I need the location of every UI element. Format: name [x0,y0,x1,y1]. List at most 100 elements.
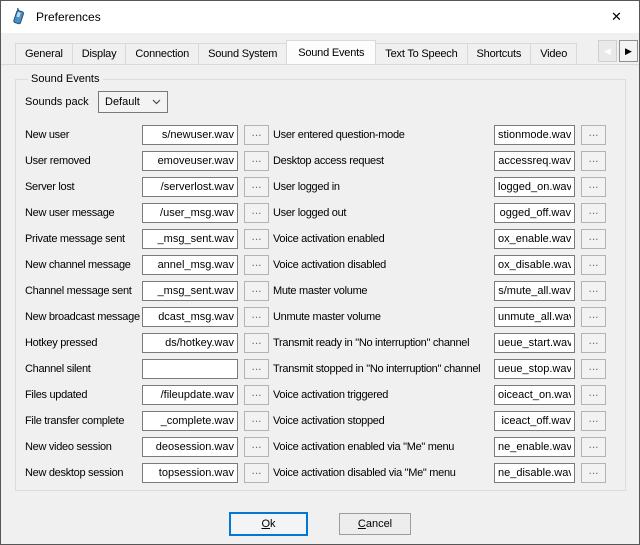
sound-events-groupbox: Sound Events Sounds pack Default New use… [15,73,626,491]
browse-button[interactable]: ... [581,125,606,145]
close-button[interactable]: ✕ [594,1,639,33]
sound-file-input[interactable] [494,359,575,379]
sound-event-label: User entered question-mode [273,129,494,141]
ok-button[interactable]: Ok [229,512,308,536]
ellipsis-icon: ... [588,333,598,347]
ellipsis-icon: ... [588,203,598,217]
sound-event-row: Voice activation enabled ... [273,226,625,252]
sound-event-row: Desktop access request ... [273,148,625,174]
sound-event-row: User removed ... [25,148,273,174]
sound-file-input[interactable] [142,333,238,353]
arrow-left-icon: ◀ [604,46,611,57]
sound-file-input[interactable] [494,229,575,249]
browse-button[interactable]: ... [581,281,606,301]
browse-button[interactable]: ... [244,359,269,379]
sound-event-label: User logged in [273,181,494,193]
tab-shortcuts[interactable]: Shortcuts [467,43,532,64]
sound-file-input[interactable] [142,255,238,275]
cancel-button[interactable]: Cancel [339,513,411,535]
browse-button[interactable]: ... [244,437,269,457]
sound-file-input[interactable] [494,203,575,223]
sound-file-input[interactable] [494,177,575,197]
browse-button[interactable]: ... [244,255,269,275]
ellipsis-icon: ... [588,177,598,191]
sound-event-label: Channel silent [25,363,142,375]
sound-file-input[interactable] [142,463,238,483]
browse-button[interactable]: ... [244,333,269,353]
browse-button[interactable]: ... [244,177,269,197]
sound-event-label: Transmit stopped in "No interruption" ch… [273,363,494,375]
ellipsis-icon: ... [588,125,598,139]
sound-file-input[interactable] [142,359,238,379]
browse-button[interactable]: ... [581,463,606,483]
sound-file-input[interactable] [142,281,238,301]
sound-file-input[interactable] [494,255,575,275]
tab-scrollers: ◀ ▶ [598,40,638,62]
ellipsis-icon: ... [588,281,598,295]
sound-file-input[interactable] [142,151,238,171]
browse-button[interactable]: ... [581,437,606,457]
events-column-left: New user ... User removed ... Server los… [25,122,273,486]
tab-general[interactable]: General [15,43,73,64]
browse-button[interactable]: ... [581,411,606,431]
browse-button[interactable]: ... [244,385,269,405]
browse-button[interactable]: ... [581,307,606,327]
sound-file-input[interactable] [142,411,238,431]
sound-event-label: Hotkey pressed [25,337,142,349]
sound-event-label: New channel message [25,259,142,271]
tab-sound-events[interactable]: Sound Events [286,40,376,65]
sound-file-input[interactable] [142,307,238,327]
tab-display[interactable]: Display [72,43,127,64]
sounds-pack-value: Default [105,96,140,108]
sound-file-input[interactable] [494,281,575,301]
sound-file-input[interactable] [142,125,238,145]
sound-file-input[interactable] [142,177,238,197]
browse-button[interactable]: ... [581,229,606,249]
sound-event-row: User entered question-mode ... [273,122,625,148]
tab-scroll-right-button[interactable]: ▶ [619,40,638,62]
sound-file-input[interactable] [142,203,238,223]
browse-button[interactable]: ... [244,411,269,431]
sound-event-label: User removed [25,155,142,167]
sound-event-row: Private message sent ... [25,226,273,252]
tab-scroll-left-button[interactable]: ◀ [598,40,617,62]
browse-button[interactable]: ... [244,203,269,223]
sound-file-input[interactable] [494,333,575,353]
sound-file-input[interactable] [142,229,238,249]
browse-button[interactable]: ... [581,203,606,223]
tab-text-to-speech[interactable]: Text To Speech [375,43,467,64]
tab-sound-system[interactable]: Sound System [198,43,287,64]
sound-event-label: Voice activation enabled [273,233,494,245]
browse-button[interactable]: ... [244,463,269,483]
ellipsis-icon: ... [251,229,261,243]
browse-button[interactable]: ... [244,281,269,301]
sound-file-input[interactable] [494,411,575,431]
sound-file-input[interactable] [494,125,575,145]
browse-button[interactable]: ... [244,151,269,171]
ellipsis-icon: ... [588,463,598,477]
tab-connection[interactable]: Connection [125,43,199,64]
sound-event-row: Transmit stopped in "No interruption" ch… [273,356,625,382]
browse-button[interactable]: ... [581,151,606,171]
sound-file-input[interactable] [494,437,575,457]
sound-file-input[interactable] [494,463,575,483]
browse-button[interactable]: ... [581,385,606,405]
ellipsis-icon: ... [251,177,261,191]
browse-button[interactable]: ... [581,177,606,197]
sound-event-row: Unmute master volume ... [273,304,625,330]
sound-file-input[interactable] [142,437,238,457]
sound-file-input[interactable] [142,385,238,405]
browse-button[interactable]: ... [244,307,269,327]
tab-video[interactable]: Video [530,43,577,64]
sounds-pack-label: Sounds pack [25,96,98,108]
browse-button[interactable]: ... [244,229,269,249]
sound-file-input[interactable] [494,151,575,171]
sound-file-input[interactable] [494,385,575,405]
browse-button[interactable]: ... [581,333,606,353]
browse-button[interactable]: ... [244,125,269,145]
sound-event-row: User logged out ... [273,200,625,226]
browse-button[interactable]: ... [581,359,606,379]
sound-file-input[interactable] [494,307,575,327]
sounds-pack-select[interactable]: Default [98,91,168,113]
browse-button[interactable]: ... [581,255,606,275]
